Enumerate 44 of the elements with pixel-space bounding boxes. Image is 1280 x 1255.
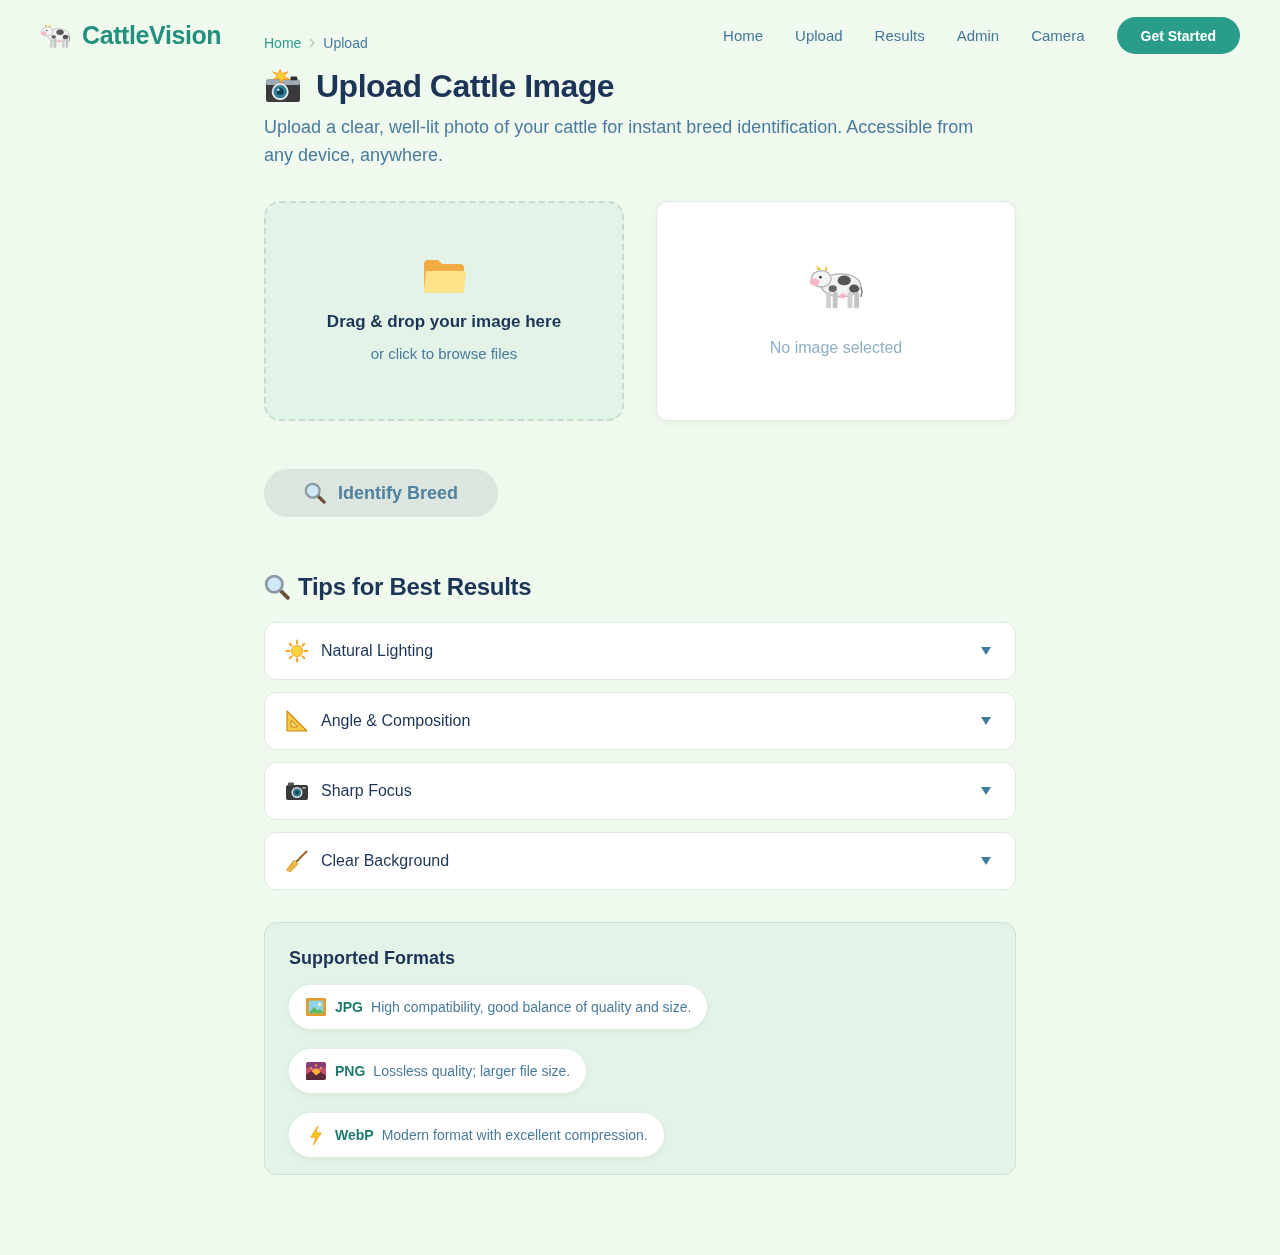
caret-icon <box>981 787 991 795</box>
nav-link[interactable]: Admin <box>956 27 1000 44</box>
search-icon <box>304 482 326 504</box>
format-description: Lossless quality; larger file size. <box>373 1063 571 1079</box>
get-started-button[interactable]: Get Started <box>1116 17 1240 54</box>
sunrise-icon <box>305 1061 327 1081</box>
formats-heading: Supported Formats <box>289 947 456 970</box>
tip-accordion-item[interactable]: Angle & Composition <box>264 692 1016 750</box>
tip-accordion-item[interactable]: Sharp Focus <box>264 762 1016 820</box>
caret-icon <box>981 717 991 725</box>
sun-icon <box>285 639 309 663</box>
tip-accordion-item[interactable]: Clear Background <box>264 832 1016 890</box>
upload-dropzone[interactable]: Drag & drop your image here or click to browse files <box>264 201 624 421</box>
nav-link[interactable]: Camera <box>1031 27 1085 44</box>
broom-icon <box>285 849 309 873</box>
cow-icon <box>40 22 71 49</box>
page-description: Upload a clear, well-lit photo of your cattle for instant breed identification. Accessible from any device, anywhere. <box>264 116 975 167</box>
format-name: JPG <box>335 999 363 1015</box>
breadcrumb-current: Upload <box>323 34 368 53</box>
format-name: WebP <box>335 1127 374 1143</box>
folder-icon <box>422 258 466 294</box>
tips-heading: Tips for Best Results <box>298 573 532 601</box>
search-icon <box>264 574 290 600</box>
camera-icon <box>285 781 309 801</box>
nav-link[interactable]: Results <box>874 27 925 44</box>
camera-flash-icon <box>264 69 302 103</box>
caret-icon <box>981 857 991 865</box>
dropzone-title: Drag & drop your image here <box>326 311 562 333</box>
cow-icon <box>808 263 864 310</box>
format-name: PNG <box>335 1063 366 1079</box>
tip-accordion-item[interactable]: Natural Lighting <box>264 622 1016 680</box>
empty-preview-message: No image selected <box>769 337 903 358</box>
lightning-icon <box>309 1124 323 1146</box>
logo-text[interactable]: CattleVision <box>82 21 222 50</box>
dropzone-hint: or click to browse files <box>370 344 518 364</box>
chevron-icon <box>309 38 316 48</box>
page-title: Upload Cattle Image <box>316 67 615 106</box>
nav-link[interactable]: Home <box>723 27 764 44</box>
nav-link[interactable]: Upload <box>795 27 843 44</box>
format-description: High compatibility, good balance of quality and size. <box>371 999 692 1015</box>
caret-icon <box>981 647 991 655</box>
format-description: Modern format with excellent compression. <box>381 1127 648 1143</box>
breadcrumb-link[interactable]: Home <box>264 33 302 53</box>
framed-picture-icon <box>305 997 327 1017</box>
